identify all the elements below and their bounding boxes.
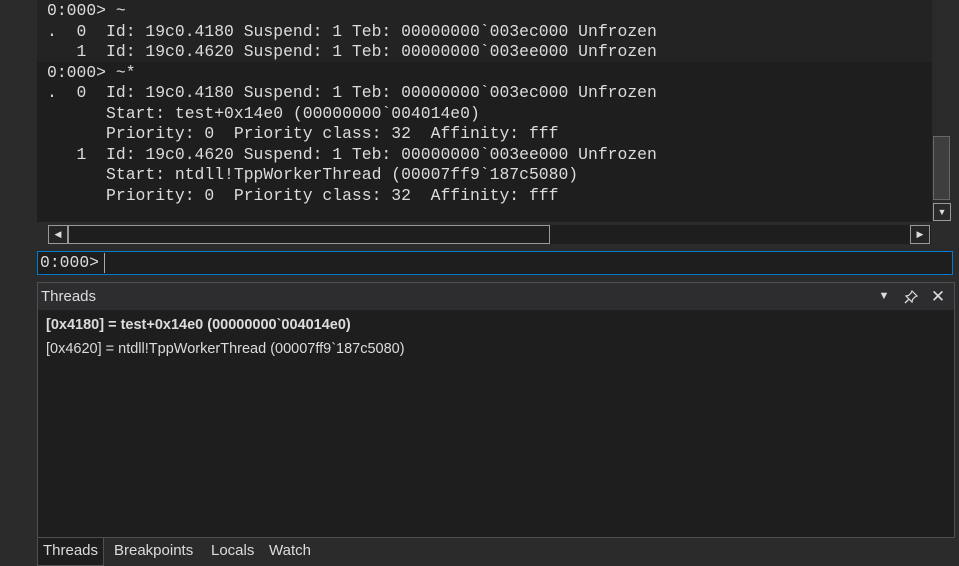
scroll-right-arrow-icon[interactable]: ▶: [910, 225, 930, 244]
command-input[interactable]: [104, 253, 951, 273]
bottom-tab-bar: Threads Breakpoints Locals Watch: [37, 538, 959, 566]
threads-panel: Threads ▼ ✕ [0x4180] = test+0x14e0 (0000…: [37, 282, 955, 538]
tab-locals[interactable]: Locals: [206, 538, 259, 564]
output-line: Priority: 0 Priority class: 32 Affinity:…: [47, 124, 559, 143]
thread-item[interactable]: [0x4620] = ntdll!TppWorkerThread (00007f…: [46, 337, 405, 361]
tab-threads[interactable]: Threads: [37, 538, 105, 566]
command-prompt: 0:000>: [40, 253, 100, 272]
pin-icon[interactable]: [901, 287, 921, 306]
output-line: 1 Id: 19c0.4620 Suspend: 1 Teb: 00000000…: [47, 144, 657, 164]
output-line: . 0 Id: 19c0.4180 Suspend: 1 Teb: 000000…: [47, 21, 657, 41]
tab-watch[interactable]: Watch: [264, 538, 316, 564]
close-icon[interactable]: ✕: [928, 287, 948, 306]
vertical-scrollbar[interactable]: ▼: [932, 0, 952, 222]
horizontal-scrollbar[interactable]: ◀ ▶: [48, 225, 931, 244]
tab-breakpoints[interactable]: Breakpoints: [109, 538, 198, 564]
scroll-down-arrow-icon[interactable]: ▼: [933, 203, 951, 221]
command-output: 0:000> ~ . 0 Id: 19c0.4180 Suspend: 1 Te…: [37, 0, 932, 222]
output-line: . 0 Id: 19c0.4180 Suspend: 1 Teb: 000000…: [47, 83, 657, 102]
thread-item-current[interactable]: [0x4180] = test+0x14e0 (00000000`004014e…: [46, 313, 351, 337]
output-line: Priority: 0 Priority class: 32 Affinity:…: [47, 185, 559, 205]
scroll-left-arrow-icon[interactable]: ◀: [48, 225, 68, 244]
output-line: Start: test+0x14e0 (00000000`004014e0): [47, 103, 480, 123]
output-line: 0:000> ~: [47, 1, 126, 20]
command-input-row: 0:000>: [37, 251, 953, 275]
output-line: 0:000> ~*: [47, 62, 136, 82]
output-line: 1 Id: 19c0.4620 Suspend: 1 Teb: 00000000…: [47, 42, 657, 61]
chevron-down-icon[interactable]: ▼: [874, 287, 894, 306]
vertical-scrollbar-thumb[interactable]: [933, 136, 950, 200]
output-line: Start: ntdll!TppWorkerThread (00007ff9`1…: [47, 165, 579, 184]
horizontal-scrollbar-thumb[interactable]: [68, 225, 550, 244]
panel-header: Threads ▼ ✕: [38, 283, 954, 310]
panel-title: Threads: [41, 288, 97, 305]
